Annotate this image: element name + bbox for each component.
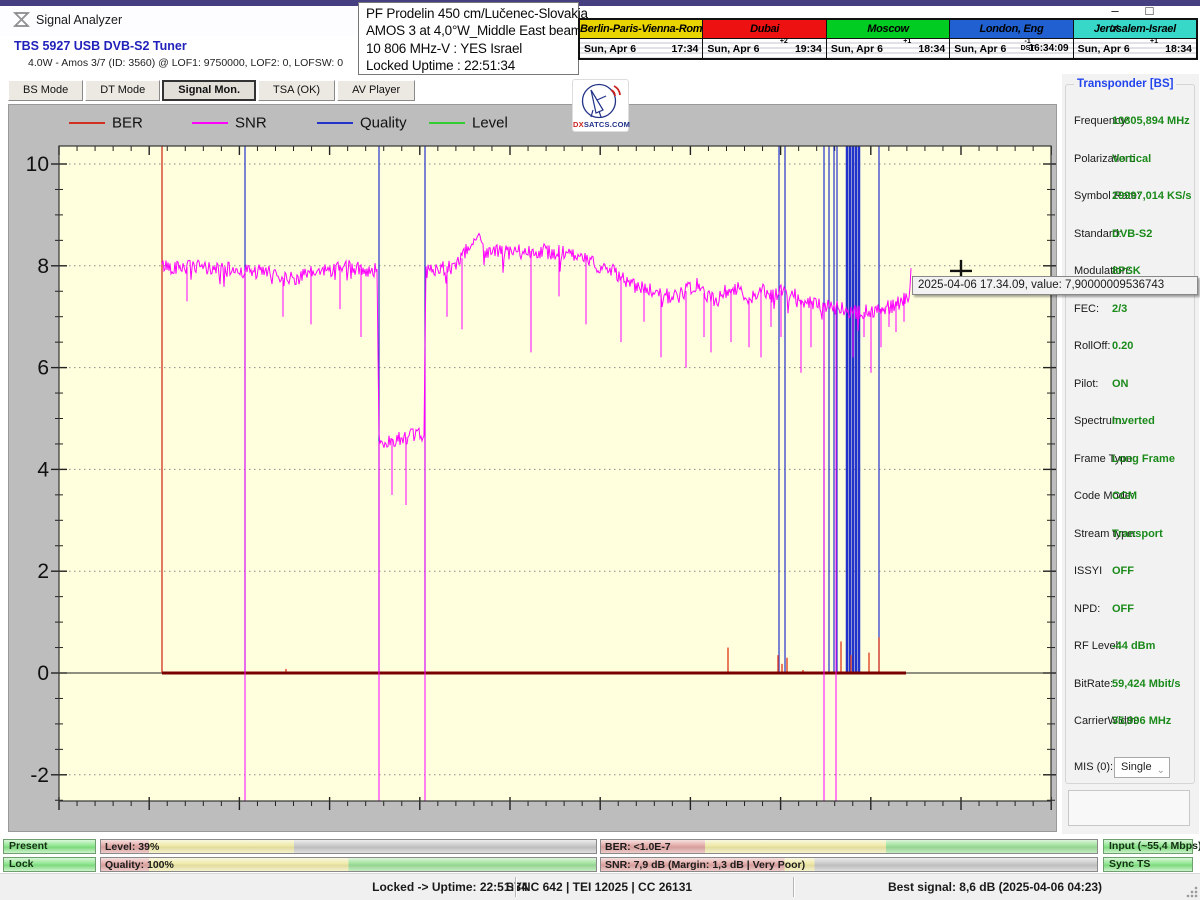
legend-line-icon xyxy=(429,122,465,124)
svg-text:-2: -2 xyxy=(30,764,49,787)
status-best-signal: Best signal: 8,6 dB (2025-04-06 04:23) xyxy=(888,880,1102,894)
titlebar: Signal Analyzer xyxy=(0,6,360,36)
chart-legend: BER SNR Quality Level xyxy=(9,105,1056,137)
statusbar: Locked -> Uptime: 22:51:34 SYNC 642 | TE… xyxy=(0,873,1200,900)
tab-tsa-ok-[interactable]: TSA (OK) xyxy=(258,80,335,101)
svg-text:6: 6 xyxy=(37,357,49,380)
legend-level: Level xyxy=(429,114,508,130)
clock-city-label: London, Eng xyxy=(950,20,1072,39)
led-lock: Lock xyxy=(3,857,96,872)
tp-row-pilot: Pilot:ON xyxy=(1066,378,1196,394)
tab-av-player[interactable]: AV Player xyxy=(337,80,415,101)
clock-london-eng: London, EngSun, Apr 6-1DST16:34:09 xyxy=(950,20,1073,58)
svg-text:8: 8 xyxy=(37,255,49,278)
tp-row-fec: FEC:2/3 xyxy=(1066,303,1196,319)
svg-text:0: 0 xyxy=(37,662,49,685)
chart-tooltip: 2025-04-06 17.34.09, value: 7,9000000953… xyxy=(912,276,1198,295)
maximize-button[interactable]: □ xyxy=(1134,3,1164,18)
status-sync-counters: SYNC 642 | TEI 12025 | CC 26131 xyxy=(506,880,692,894)
chevron-down-icon: ⌄ xyxy=(1157,761,1165,780)
tuner-name: TBS 5927 USB DVB-S2 Tuner xyxy=(14,39,187,53)
tp-row-frametype: Frame Type:Long Frame xyxy=(1066,453,1196,469)
clock-time-row: Sun, Apr 6+219:34 xyxy=(703,39,825,58)
reception-info: PF Prodelin 450 cm/Lučenec-Slovakia AMOS… xyxy=(358,2,579,75)
tab-dt-mode[interactable]: DT Mode xyxy=(85,80,160,101)
meter-level: Level: 39% xyxy=(100,839,597,854)
resize-grip[interactable] xyxy=(1185,885,1198,898)
clock-berlin-paris-vienna-roma: Berlin-Paris-Vienna-RomaSun, Apr 617:34 xyxy=(580,20,703,58)
tp-row-spectrum: Spectrum:Inverted xyxy=(1066,415,1196,431)
signal-chart-panel: BER SNR Quality Level 10 8 6 4 2 0 -2 xyxy=(8,104,1057,832)
transponder-groupbox: Transponder [BS] Frequency:10805,894 MHz… xyxy=(1065,84,1195,784)
tp-row-symbolrate: Symbol Rate:29997,014 KS/s xyxy=(1066,190,1196,206)
tab-signal-mon-[interactable]: Signal Mon. xyxy=(162,80,256,101)
mis-row: MIS (0): Single ⌄ xyxy=(1066,757,1196,779)
minimize-button[interactable]: – xyxy=(1100,3,1130,18)
tp-row-rflevel: RF Level:-44 dBm xyxy=(1066,640,1196,656)
meter-quality: Quality: 100% xyxy=(100,857,597,872)
mis-value: Single xyxy=(1121,761,1152,773)
mode-tabs: BS ModeDT ModeSignal Mon.TSA (OK)AV Play… xyxy=(8,80,415,102)
transponder-title: Transponder [BS] xyxy=(1074,78,1176,90)
status-separator xyxy=(793,877,794,897)
empty-panel xyxy=(1068,790,1190,826)
mis-dropdown[interactable]: Single ⌄ xyxy=(1114,757,1170,778)
app-icon xyxy=(13,11,30,28)
tp-row-frequency: Frequency:10805,894 MHz xyxy=(1066,115,1196,131)
tp-row-rolloff: RollOff:0.20 xyxy=(1066,340,1196,356)
close-button[interactable]: ✕ xyxy=(1100,21,1130,37)
legend-quality: Quality xyxy=(317,114,407,130)
info-line-uptime: Locked Uptime : 22:51:34 xyxy=(366,57,578,74)
clock-city-label: Berlin-Paris-Vienna-Roma xyxy=(580,20,702,39)
led-input-mbps-: Input (~55,4 Mbps) xyxy=(1103,839,1193,854)
tp-row-issyi: ISSYIOFF xyxy=(1066,565,1196,581)
clock-city-label: Jerusalem-Israel xyxy=(1074,20,1196,39)
satellite-dish-icon xyxy=(573,80,628,122)
tp-row-npd: NPD:OFF xyxy=(1066,603,1196,619)
dxsatcs-logo: DXSATCS.COM xyxy=(572,79,629,132)
app-title: Signal Analyzer xyxy=(36,13,122,27)
signal-analyzer-window: Signal Analyzer – □ ✕ PF Prodelin 450 cm… xyxy=(0,0,1200,900)
tab-bs-mode[interactable]: BS Mode xyxy=(8,80,83,101)
clock-moscow: MoscowSun, Apr 6+118:34 xyxy=(827,20,950,58)
meter-ber: BER: <1.0E-7 xyxy=(600,839,1098,854)
led-present: Present xyxy=(3,839,96,854)
clock-time-row: Sun, Apr 6-1DST16:34:09 xyxy=(950,39,1072,58)
clock-city-label: Moscow xyxy=(827,20,949,39)
status-uptime: Locked -> Uptime: 22:51:34 xyxy=(372,880,528,894)
mis-label: MIS (0): xyxy=(1074,761,1113,773)
info-line-frequency: 10 806 MHz-V : YES Israel xyxy=(366,40,578,57)
signal-chart[interactable]: 10 8 6 4 2 0 -2 xyxy=(9,137,1056,831)
legend-line-icon xyxy=(192,122,228,124)
info-line-satellite: AMOS 3 at 4,0°W_Middle East beam xyxy=(366,22,578,39)
legend-line-icon xyxy=(317,122,353,124)
svg-text:4: 4 xyxy=(37,458,49,481)
clock-city-label: Dubai xyxy=(703,20,825,39)
svg-text:2: 2 xyxy=(37,560,49,583)
info-line-antenna: PF Prodelin 450 cm/Lučenec-Slovakia xyxy=(366,5,578,22)
tp-row-bitrate: BitRate:59,424 Mbit/s xyxy=(1066,678,1196,694)
svg-text:10: 10 xyxy=(26,153,49,176)
legend-line-icon xyxy=(69,122,105,124)
meter-snr: SNR: 7,9 dB (Margin: 1,3 dB | Very Poor) xyxy=(600,857,1098,872)
legend-snr: SNR xyxy=(192,114,267,130)
clock-time-row: Sun, Apr 617:34 xyxy=(580,39,702,58)
transponder-panel: Transponder [BS] Frequency:10805,894 MHz… xyxy=(1062,74,1199,834)
tp-row-standard: Standard:DVB-S2 xyxy=(1066,228,1196,244)
clock-jerusalem-israel: Jerusalem-IsraelSun, Apr 6+118:34 xyxy=(1074,20,1196,58)
tp-row-streamtype: Stream type:Transport xyxy=(1066,528,1196,544)
logo-text: DXSATCS.COM xyxy=(573,120,628,129)
led-sync-ts: Sync TS xyxy=(1103,857,1193,872)
tp-row-carrierwidth: CarrierWidth:35,996 MHz xyxy=(1066,715,1196,731)
clock-dubai: DubaiSun, Apr 6+219:34 xyxy=(703,20,826,58)
tp-row-codemode: Code Mode:CCM xyxy=(1066,490,1196,506)
clock-time-row: Sun, Apr 6+118:34 xyxy=(1074,39,1196,58)
tp-row-polarization: Polarization:Vertical xyxy=(1066,153,1196,169)
tuner-details: 4.0W - Amos 3/7 (ID: 3560) @ LOF1: 97500… xyxy=(28,57,343,69)
status-separator xyxy=(515,877,516,897)
legend-ber: BER xyxy=(69,114,143,130)
clock-time-row: Sun, Apr 6+118:34 xyxy=(827,39,949,58)
window-controls: – □ ✕ xyxy=(1100,2,1198,20)
